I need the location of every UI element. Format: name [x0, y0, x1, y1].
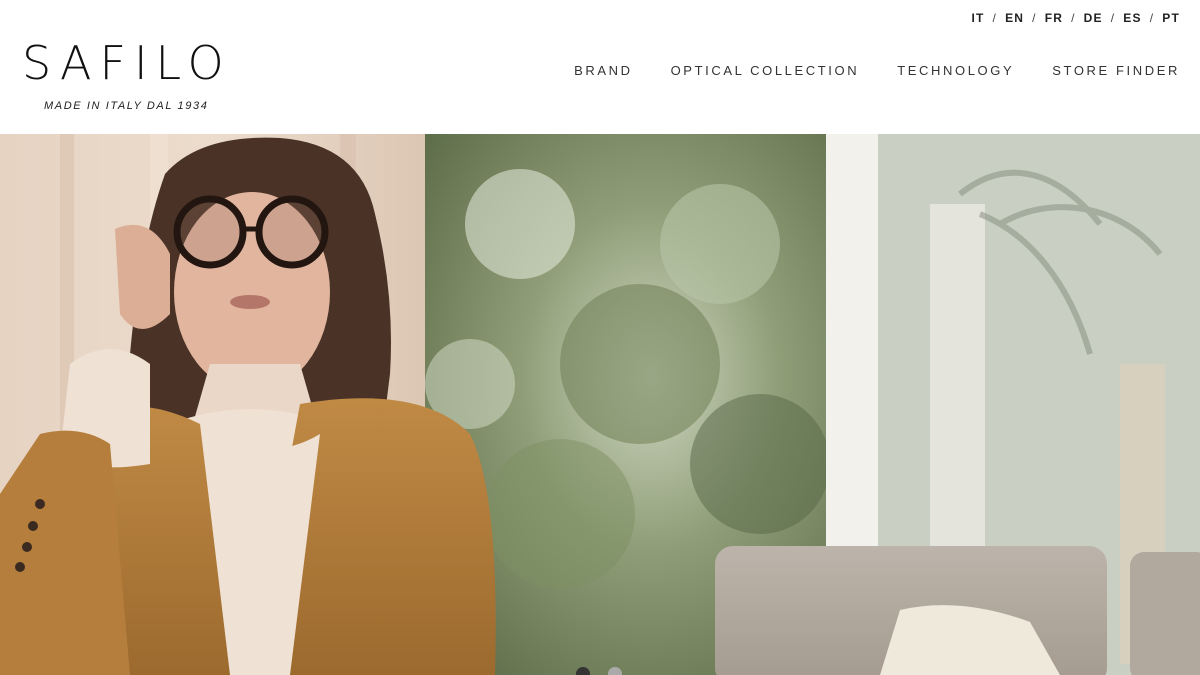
lang-separator: / — [1110, 11, 1116, 25]
language-selector: IT / EN / FR / DE / ES / PT — [971, 11, 1180, 25]
lang-pt[interactable]: PT — [1162, 11, 1180, 25]
lang-separator: / — [1032, 11, 1037, 25]
nav-optical-collection[interactable]: OPTICAL COLLECTION — [671, 63, 860, 78]
slide-dot-2[interactable] — [608, 667, 622, 675]
lang-separator: / — [1149, 11, 1155, 25]
hero-image — [0, 134, 1200, 675]
lang-it[interactable]: IT — [971, 11, 984, 25]
lang-es[interactable]: ES — [1123, 11, 1141, 25]
lang-separator: / — [992, 11, 998, 25]
safilo-logo[interactable]: SAFILO — [22, 40, 232, 86]
slider-pagination — [576, 667, 622, 675]
main-nav: BRAND OPTICAL COLLECTION TECHNOLOGY STOR… — [574, 63, 1180, 78]
hero-banner[interactable] — [0, 134, 1200, 675]
lang-en[interactable]: EN — [1005, 11, 1024, 25]
lang-fr[interactable]: FR — [1045, 11, 1063, 25]
site-header: SAFILO MADE IN ITALY DAL 1934 IT / EN / … — [0, 0, 1200, 134]
nav-technology[interactable]: TECHNOLOGY — [897, 63, 1014, 78]
lang-separator: / — [1071, 11, 1076, 25]
nav-brand[interactable]: BRAND — [574, 63, 633, 78]
nav-store-finder[interactable]: STORE FINDER — [1052, 63, 1180, 78]
slide-dot-1[interactable] — [576, 667, 590, 675]
logo-tagline: MADE IN ITALY DAL 1934 — [44, 100, 209, 112]
lang-de[interactable]: DE — [1084, 11, 1103, 25]
